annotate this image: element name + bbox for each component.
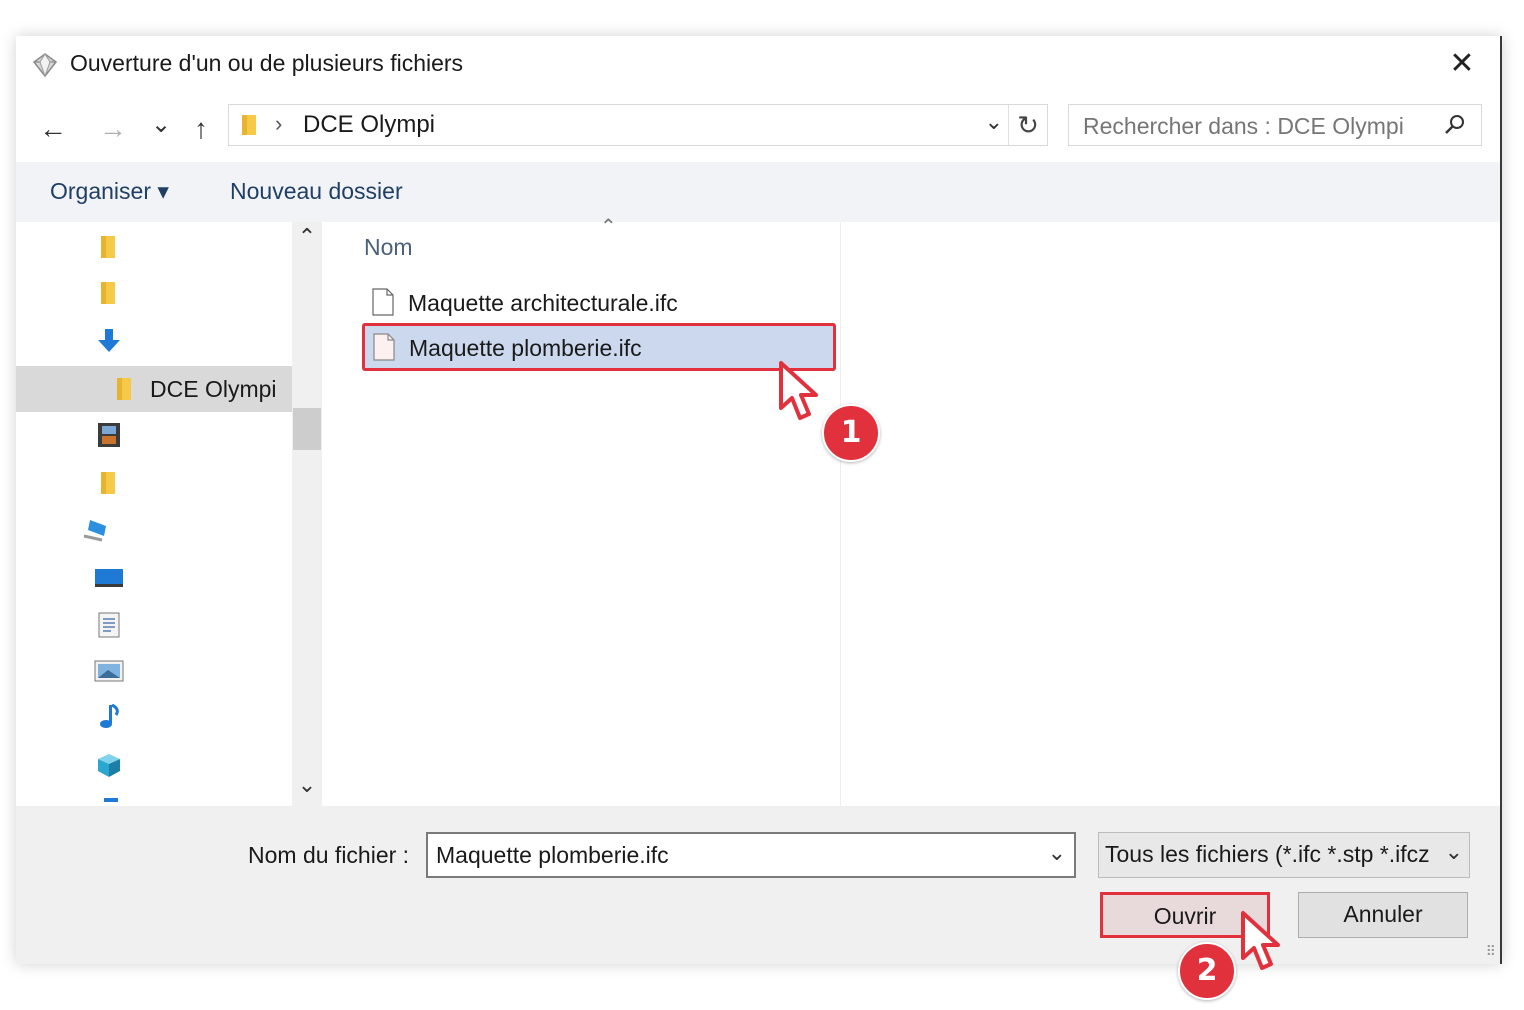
sidebar-item-pictures[interactable] [16, 648, 292, 694]
cancel-button[interactable]: Annuler [1298, 892, 1468, 938]
filename-value[interactable]: Maquette plomberie.ifc [436, 842, 669, 869]
mouse-pointer-icon [1241, 911, 1280, 970]
sidebar-item-downloads[interactable] [16, 318, 292, 364]
file-open-dialog: Ouverture d'un ou de plusieurs fichiers … [16, 36, 1502, 964]
chevron-down-icon[interactable]: ⌄ [1048, 840, 1066, 866]
address-bar[interactable]: › DCE Olympi ⌄ ↻ [228, 104, 1048, 146]
folder-icon [242, 115, 256, 135]
search-input[interactable]: Rechercher dans : DCE Olympi [1068, 104, 1482, 146]
forward-arrow-icon[interactable]: → [96, 112, 130, 146]
chevron-down-icon[interactable]: ⌄ [985, 109, 1003, 135]
music-icon [100, 704, 119, 728]
resize-grip-icon[interactable]: ⠿ [1486, 943, 1496, 960]
search-icon[interactable] [1443, 113, 1467, 137]
file-type-select[interactable]: Tous les fichiers (*.ifc *.stp *.ifcz ⌄ [1098, 832, 1470, 878]
command-toolbar: Organiser ▾ Nouveau dossier [16, 162, 1500, 222]
sidebar-item-desktop[interactable] [16, 554, 292, 600]
folder-icon [101, 282, 115, 304]
sidebar-item-folder-3[interactable] [16, 460, 292, 506]
step-badge-2: 2 [1178, 942, 1236, 1000]
navigation-pane: DCE Olympi [16, 222, 292, 806]
browser-content: DCE Olympi ⌃ ⌄ ⌃ Nom Maquette architectu… [16, 216, 1500, 806]
app-icon [32, 53, 58, 78]
file-name: Maquette plomberie.ifc [409, 335, 642, 361]
title-bar: Ouverture d'un ou de plusieurs fichiers … [16, 36, 1500, 94]
sidebar-item-dce-olympi[interactable]: DCE Olympi [16, 366, 292, 412]
sidebar-item-videos[interactable] [16, 412, 292, 458]
folder-icon [101, 472, 115, 494]
folder-icon [117, 378, 131, 400]
navigation-pane-scrollbar[interactable]: ⌃ ⌄ [292, 222, 322, 806]
scrollbar-thumb[interactable] [293, 408, 321, 450]
pictures-icon [94, 660, 124, 682]
file-type-value: Tous les fichiers (*.ifc *.stp *.ifcz [1105, 841, 1430, 867]
computer-icon [83, 520, 106, 542]
file-icon [373, 333, 395, 361]
close-icon[interactable]: ✕ [1442, 44, 1482, 84]
sidebar-item-3d-objects[interactable] [16, 742, 292, 788]
file-name: Maquette architecturale.ifc [408, 290, 678, 316]
document-icon [98, 612, 120, 638]
file-row-maquette-architecturale[interactable]: Maquette architecturale.ifc [362, 282, 836, 326]
recent-locations-chevron-icon[interactable]: ⌄ [144, 108, 178, 142]
file-row-maquette-plomberie[interactable]: Maquette plomberie.ifc [362, 323, 836, 371]
download-icon [98, 329, 120, 352]
sidebar-item-this-pc[interactable] [16, 508, 292, 554]
navigation-bar: ← → ⌄ ↑ › DCE Olympi ⌄ ↻ Rechercher dans… [16, 94, 1500, 160]
column-header-name[interactable]: Nom [364, 234, 413, 261]
search-placeholder: Rechercher dans : DCE Olympi [1083, 113, 1404, 139]
mouse-pointer-icon [779, 361, 818, 420]
desktop-icon [95, 569, 123, 587]
folder-icon [101, 236, 115, 258]
sidebar-item-folder-1[interactable] [16, 224, 292, 270]
chevron-down-icon[interactable]: ⌄ [1440, 839, 1463, 865]
back-arrow-icon[interactable]: ← [36, 112, 70, 146]
file-list-pane: ⌃ Nom Maquette architecturale.ifc Maquet… [326, 216, 1500, 806]
sidebar-item-documents[interactable] [16, 602, 292, 648]
filename-label: Nom du fichier : [248, 842, 410, 868]
up-arrow-icon[interactable]: ↑ [184, 112, 218, 146]
breadcrumb-path[interactable]: DCE Olympi [303, 111, 435, 139]
3d-objects-icon [98, 754, 120, 777]
sidebar-item-music[interactable] [16, 694, 292, 740]
sort-ascending-icon: ⌃ [600, 216, 617, 238]
video-icon [98, 423, 120, 447]
sidebar-item-label: DCE Olympi [150, 376, 277, 402]
file-icon [372, 288, 394, 316]
column-divider [840, 222, 841, 806]
window-title: Ouverture d'un ou de plusieurs fichiers [70, 50, 464, 76]
organize-menu-button[interactable]: Organiser ▾ [50, 178, 169, 205]
sidebar-item-folder-2[interactable] [16, 270, 292, 316]
refresh-icon[interactable]: ↻ [1008, 105, 1047, 145]
scroll-down-icon[interactable]: ⌄ [292, 772, 322, 798]
filename-input[interactable]: Maquette plomberie.ifc ⌄ [426, 832, 1076, 878]
scroll-up-icon[interactable]: ⌃ [292, 224, 322, 250]
new-folder-button[interactable]: Nouveau dossier [230, 178, 403, 205]
step-badge-1: 1 [822, 404, 880, 462]
sidebar-partial-item [104, 798, 118, 802]
breadcrumb-separator-icon: › [275, 111, 283, 136]
